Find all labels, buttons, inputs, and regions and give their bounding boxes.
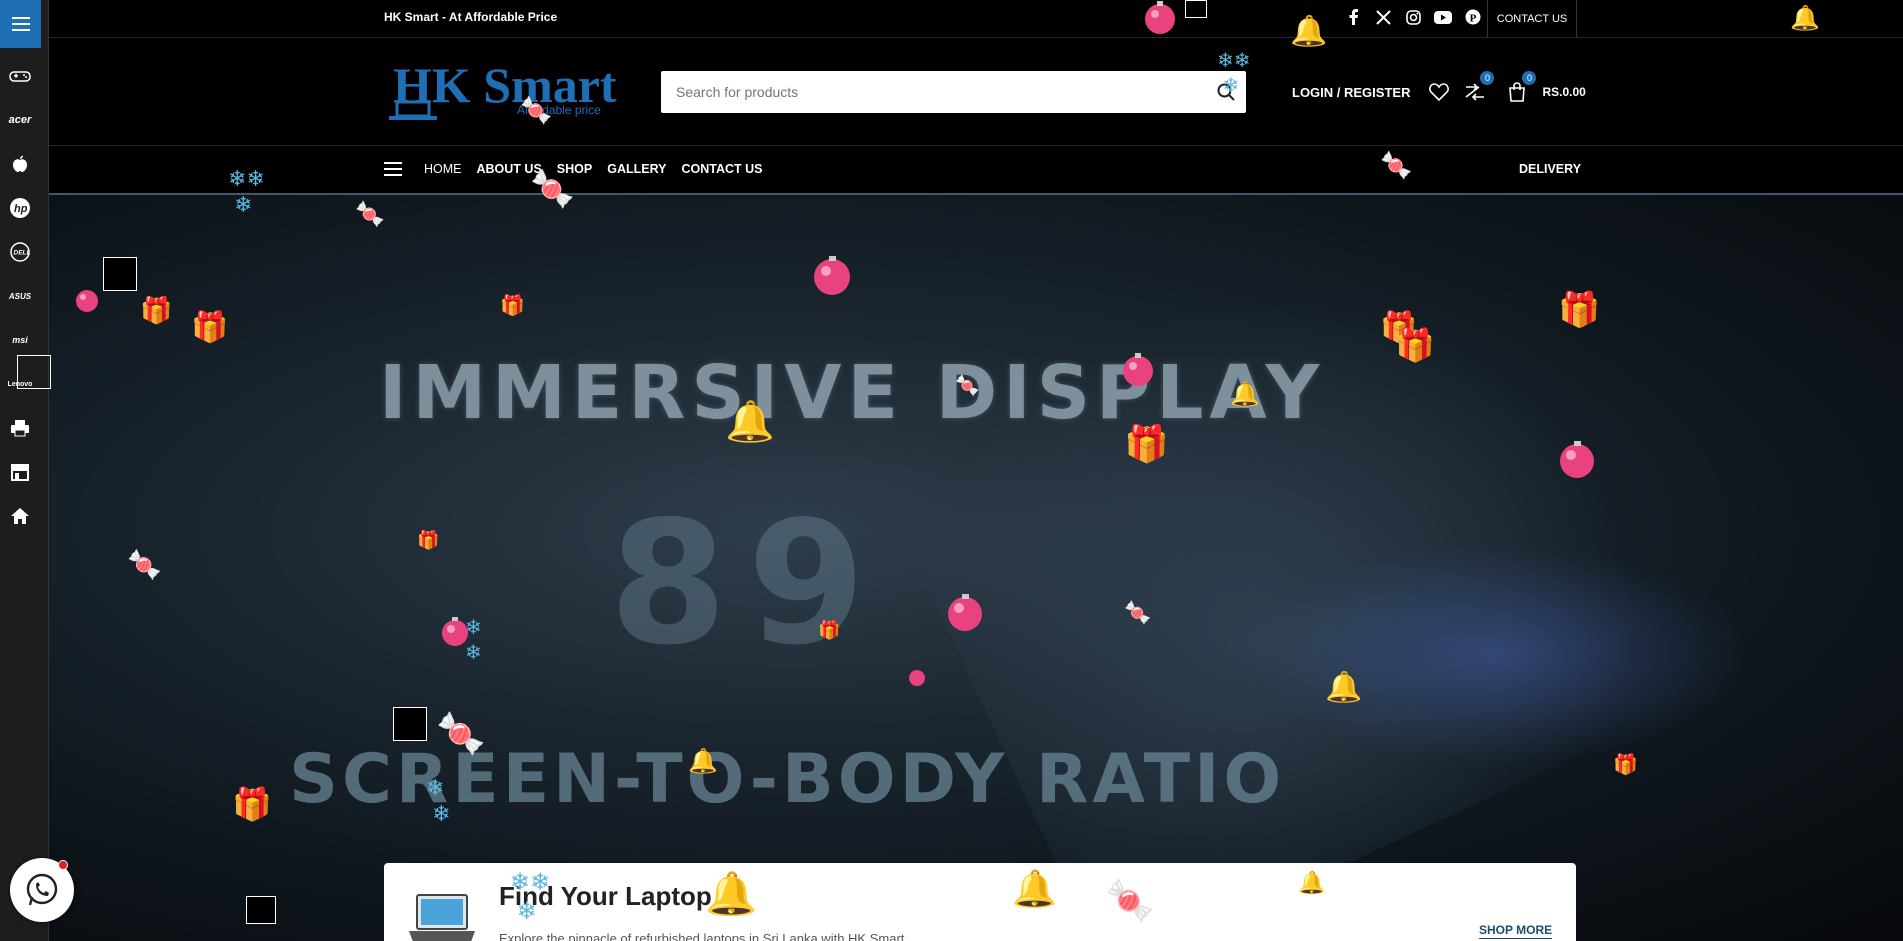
sidebar-item-acer[interactable]: acer (0, 98, 40, 142)
hero-background-glow (1249, 545, 1749, 765)
svg-text:P: P (1470, 13, 1477, 25)
wishlist-icon[interactable] (1428, 81, 1450, 103)
compare-count-badge: 0 (1480, 71, 1495, 85)
apple-icon (13, 155, 27, 172)
nav-about-us[interactable]: ABOUT US (477, 162, 542, 176)
svg-text:hp: hp (14, 203, 28, 215)
cart-count-badge: 0 (1522, 71, 1537, 85)
whatsapp-icon (26, 873, 58, 906)
find-laptop-card: Find Your Laptop Explore the pinnacle of… (384, 863, 1576, 941)
categories-menu-icon[interactable] (384, 162, 402, 181)
home-icon (11, 508, 29, 524)
sidebar-menu-button[interactable] (0, 0, 41, 48)
compare-icon[interactable]: 0 (1464, 71, 1495, 103)
printer-icon (11, 420, 29, 437)
sidebar-item-asus[interactable]: ASUS (0, 274, 40, 318)
msi-icon: msi (12, 335, 28, 345)
search-icon[interactable] (1206, 83, 1246, 101)
hp-icon: hp (10, 198, 30, 218)
sidebar-item-msi[interactable]: msi (0, 318, 40, 362)
facebook-icon[interactable] (1343, 7, 1363, 27)
site-logo[interactable]: HK Smart Affordable price (389, 52, 629, 130)
hero-banner: IMMERSIVE DISPLAY 89 SCREEN-TO-BODY RATI… (49, 195, 1903, 941)
sidebar-item-printer[interactable] (0, 406, 40, 450)
sticky-sidebar: acer hp DELL ASUS msi Lenovo (0, 0, 49, 941)
sidebar-item-lenovo[interactable]: Lenovo (0, 362, 40, 406)
asus-icon: ASUS (8, 291, 32, 301)
main-header: HK Smart Affordable price LOGIN / REGIST… (49, 38, 1903, 146)
sidebar-item-store[interactable] (0, 450, 40, 494)
cart-icon[interactable]: 0 (1506, 71, 1537, 103)
social-links: P (1343, 7, 1483, 27)
cart-total[interactable]: RS.0.00 (1542, 85, 1585, 99)
youtube-icon[interactable] (1433, 7, 1453, 27)
laptop-icon (409, 891, 475, 941)
nav-delivery[interactable]: DELIVERY (1519, 162, 1581, 176)
dell-icon: DELL (10, 242, 31, 262)
hero-headline: IMMERSIVE DISPLAY (379, 350, 1326, 436)
sidebar-item-apple[interactable] (0, 142, 40, 186)
hamburger-icon (11, 17, 30, 31)
card-title: Find Your Laptop (499, 881, 712, 911)
instagram-icon[interactable] (1403, 7, 1423, 27)
logo-subtext: Affordable price (517, 103, 601, 117)
search-bar[interactable] (661, 71, 1246, 113)
sidebar-item-hp[interactable]: hp (0, 186, 40, 230)
search-input[interactable] (661, 72, 1206, 112)
hero-subline: SCREEN-TO-BODY RATIO (289, 740, 1286, 819)
hero-big-number: 89 (609, 485, 886, 683)
lenovo-icon: Lenovo (7, 380, 33, 388)
acer-icon: acer (8, 114, 32, 126)
header-actions: LOGIN / REGISTER 0 0 RS.0.00 (1292, 71, 1586, 113)
card-description: Explore the pinnacle of refurbished lapt… (499, 931, 905, 941)
site-tagline: HK Smart - At Affordable Price (384, 10, 558, 24)
x-twitter-icon[interactable] (1373, 7, 1393, 27)
nav-gallery[interactable]: GALLERY (607, 162, 666, 176)
pinterest-icon[interactable]: P (1463, 7, 1483, 27)
login-register-link[interactable]: LOGIN / REGISTER (1292, 85, 1410, 100)
topbar-contact-link[interactable]: CONTACT US (1487, 0, 1577, 38)
nav-contact-us[interactable]: CONTACT US (681, 162, 762, 176)
store-icon (11, 464, 29, 481)
whatsapp-notification-dot (58, 860, 68, 870)
gamepad-icon (9, 71, 31, 82)
main-navigation: HOME ABOUT US SHOP GALLERY CONTACT US DE… (49, 146, 1903, 195)
sidebar-item-gaming[interactable] (0, 54, 40, 98)
whatsapp-button[interactable] (10, 858, 74, 922)
sidebar-item-dell[interactable]: DELL (0, 230, 40, 274)
top-bar: HK Smart - At Affordable Price P CONTACT… (49, 0, 1903, 38)
shop-more-link[interactable]: SHOP MORE (1479, 923, 1553, 939)
nav-home[interactable]: HOME (424, 162, 462, 176)
svg-text:DELL: DELL (14, 250, 31, 257)
nav-shop[interactable]: SHOP (557, 162, 592, 176)
sidebar-item-home[interactable] (0, 494, 40, 538)
